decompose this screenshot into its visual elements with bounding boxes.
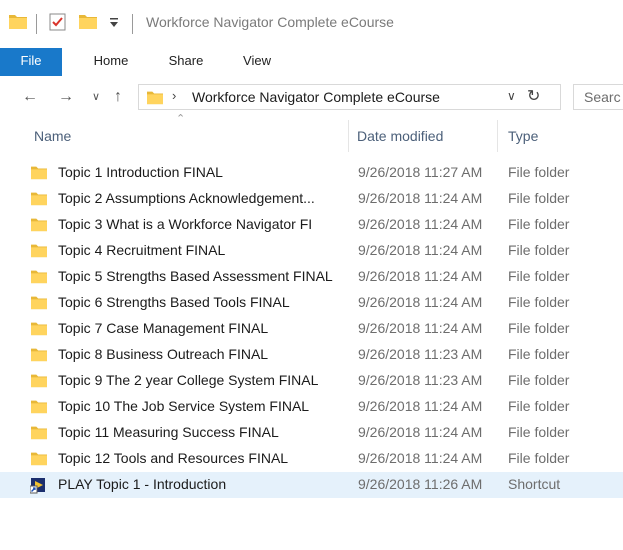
refresh-icon[interactable]: ↻ [527,86,540,106]
file-date-modified: 9/26/2018 11:24 AM [358,216,483,232]
file-name: Topic 3 What is a Workforce Navigator FI [58,216,313,232]
folder-icon [30,242,48,261]
file-type: File folder [508,216,570,232]
file-date-modified: 9/26/2018 11:24 AM [358,190,483,206]
file-name: PLAY Topic 1 - Introduction [58,476,227,492]
folder-icon [30,398,48,417]
file-date-modified: 9/26/2018 11:24 AM [358,268,483,284]
column-header-type[interactable]: Type [508,122,538,150]
file-name: Topic 11 Measuring Success FINAL [58,424,279,440]
file-row[interactable]: Topic 9 The 2 year College System FINAL 9… [0,368,623,394]
column-divider[interactable] [497,120,498,152]
column-divider[interactable] [348,120,349,152]
file-date-modified: 9/26/2018 11:24 AM [358,398,483,414]
file-name: Topic 8 Business Outreach FINAL [58,346,269,362]
folder-icon [30,164,48,183]
tab-view[interactable]: View [232,48,282,76]
file-type: Shortcut [508,476,561,492]
title-separator [132,14,133,34]
recent-locations-chevron-icon[interactable]: ∨ [92,86,100,108]
file-list: Topic 1 Introduction FINAL 9/26/2018 11:2… [0,160,623,498]
ribbon-tabs: File Home Share View [0,48,623,77]
breadcrumb[interactable]: Workforce Navigator Complete eCourse [192,89,440,105]
media-shortcut-icon [29,476,48,497]
file-row[interactable]: PLAY Topic 1 - Introduction 9/26/2018 11:… [0,472,623,498]
tab-home[interactable]: Home [86,48,136,76]
file-type: File folder [508,164,570,180]
file-type: File folder [508,450,570,466]
file-date-modified: 9/26/2018 11:24 AM [358,450,483,466]
folder-icon [30,268,48,287]
file-name: Topic 6 Strengths Based Tools FINAL [58,294,290,310]
file-type: File folder [508,268,570,284]
file-row[interactable]: Topic 4 Recruitment FINAL 9/26/2018 11:24… [0,238,623,264]
folder-icon [30,450,48,469]
file-row[interactable]: Topic 7 Case Management FINAL 9/26/2018 1… [0,316,623,342]
file-date-modified: 9/26/2018 11:27 AM [358,164,483,180]
file-name: Topic 1 Introduction FINAL [58,164,223,180]
file-name: Topic 2 Assumptions Acknowledgement... [58,190,315,206]
file-row[interactable]: Topic 8 Business Outreach FINAL 9/26/2018… [0,342,623,368]
back-arrow-icon[interactable]: ← [22,86,38,108]
customize-toolbar-icon[interactable] [108,16,120,33]
title-bar: Workforce Navigator Complete eCourse [0,0,623,48]
file-type: File folder [508,346,570,362]
sort-ascending-icon: ⌃ [176,113,186,125]
column-header-name[interactable]: Name [34,122,71,150]
folder-icon [146,89,164,108]
search-placeholder: Searc [584,89,621,105]
file-type: File folder [508,190,570,206]
file-name: Topic 5 Strengths Based Assessment FINAL [58,268,333,284]
file-date-modified: 9/26/2018 11:24 AM [358,424,483,440]
column-header-date-modified[interactable]: Date modified [357,122,443,150]
file-date-modified: 9/26/2018 11:26 AM [358,476,483,492]
file-row[interactable]: Topic 11 Measuring Success FINAL 9/26/201… [0,420,623,446]
breadcrumb-chevron-icon[interactable]: › [172,88,176,103]
file-row[interactable]: Topic 12 Tools and Resources FINAL 9/26/2… [0,446,623,472]
folder-icon[interactable] [8,12,28,33]
file-name: Topic 7 Case Management FINAL [58,320,269,336]
file-type: File folder [508,320,570,336]
tab-share[interactable]: Share [160,48,212,76]
tab-file[interactable]: File [0,48,62,76]
file-name: Topic 9 The 2 year College System FINAL [58,372,319,388]
file-date-modified: 9/26/2018 11:24 AM [358,320,483,336]
new-folder-icon[interactable] [78,12,98,33]
folder-icon [30,294,48,313]
folder-icon [30,424,48,443]
file-type: File folder [508,398,570,414]
title-separator [36,14,37,34]
file-name: Topic 10 The Job Service System FINAL [58,398,310,414]
folder-icon [30,320,48,339]
folder-icon [30,372,48,391]
file-date-modified: 9/26/2018 11:23 AM [358,346,483,362]
folder-icon [30,346,48,365]
folder-icon [30,190,48,209]
forward-arrow-icon[interactable]: → [58,86,74,108]
file-date-modified: 9/26/2018 11:24 AM [358,242,483,258]
file-type: File folder [508,294,570,310]
file-row[interactable]: Topic 10 The Job Service System FINAL 9/2… [0,394,623,420]
file-date-modified: 9/26/2018 11:23 AM [358,372,483,388]
file-type: File folder [508,372,570,388]
file-row[interactable]: Topic 2 Assumptions Acknowledgement... 9/… [0,186,623,212]
up-arrow-icon[interactable]: ↑ [114,86,122,108]
file-row[interactable]: Topic 1 Introduction FINAL 9/26/2018 11:2… [0,160,623,186]
folder-icon [30,216,48,235]
file-row[interactable]: Topic 5 Strengths Based Assessment FINAL… [0,264,623,290]
file-name: Topic 4 Recruitment FINAL [58,242,226,258]
file-row[interactable]: Topic 6 Strengths Based Tools FINAL 9/26/… [0,290,623,316]
properties-icon[interactable] [48,12,68,35]
address-dropdown-icon[interactable]: ∨ [507,89,516,103]
file-type: File folder [508,424,570,440]
file-type: File folder [508,242,570,258]
file-date-modified: 9/26/2018 11:24 AM [358,294,483,310]
window-title: Workforce Navigator Complete eCourse [146,14,394,30]
file-name: Topic 12 Tools and Resources FINAL [58,450,289,466]
file-row[interactable]: Topic 3 What is a Workforce Navigator FI… [0,212,623,238]
